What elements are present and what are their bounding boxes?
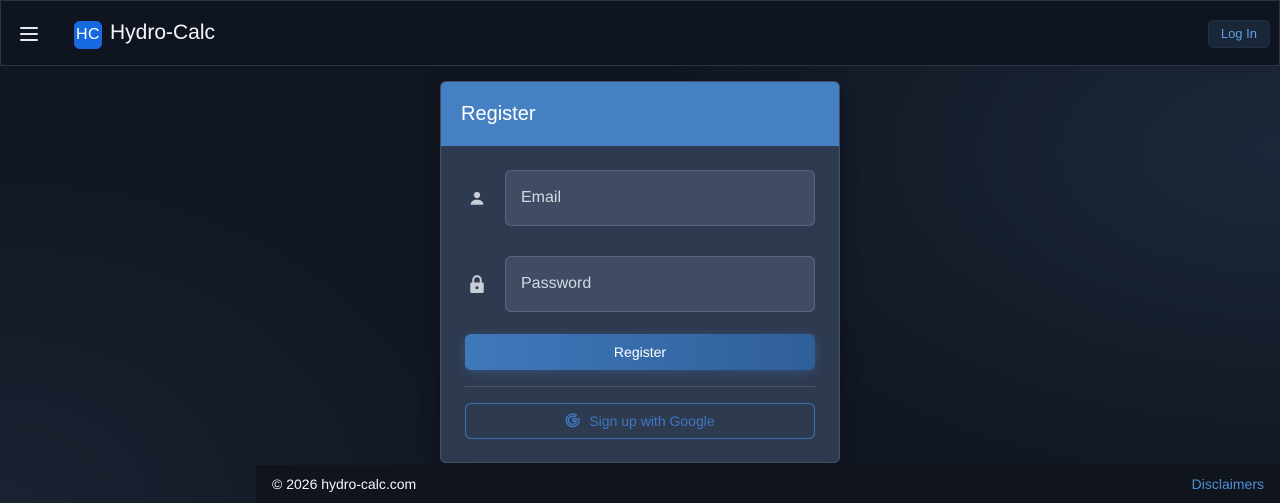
register-card: Register Register Sign up with Google [440,81,840,463]
top-app-bar: HC Hydro-Calc Log In [0,0,1280,66]
hamburger-menu-icon[interactable] [19,25,41,43]
lock-icon [465,272,489,296]
disclaimers-link[interactable]: Disclaimers [1192,476,1264,492]
divider [465,386,815,387]
email-row [465,170,815,226]
copyright-text: © 2026 hydro-calc.com [272,476,417,492]
google-signup-button[interactable]: Sign up with Google [465,403,815,439]
password-row [465,256,815,312]
password-input[interactable] [505,256,815,312]
google-g-icon [565,412,581,431]
app-logo: HC [74,21,102,49]
email-input[interactable] [505,170,815,226]
google-signup-label: Sign up with Google [589,413,715,429]
register-button[interactable]: Register [465,334,815,370]
register-title: Register [461,102,536,125]
footer: © 2026 hydro-calc.com Disclaimers [256,465,1280,503]
login-button[interactable]: Log In [1207,20,1270,48]
app-title[interactable]: Hydro-Calc [110,21,215,45]
register-card-header: Register [441,82,839,146]
person-icon [465,186,489,210]
